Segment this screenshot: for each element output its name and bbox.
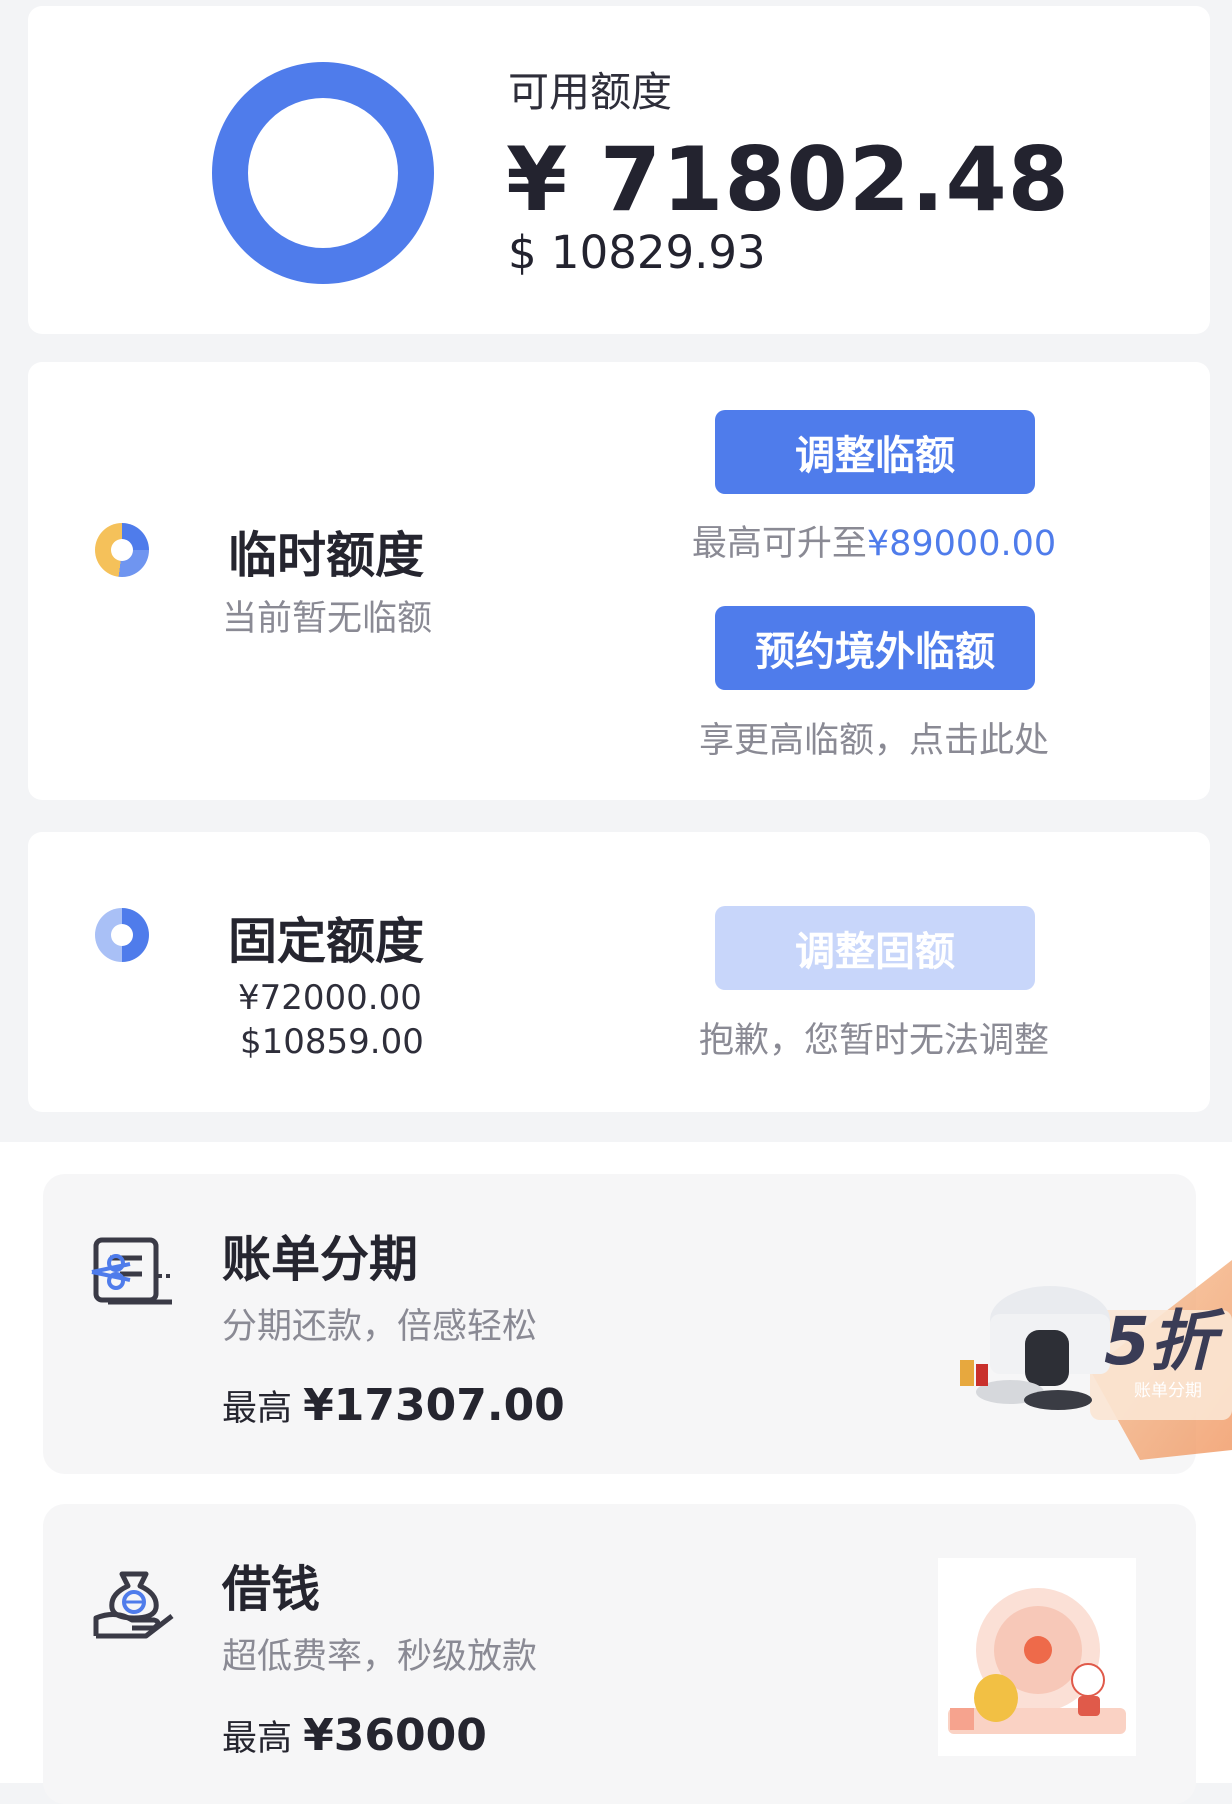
- bill-scissors-icon: [91, 1237, 174, 1305]
- borrow-subtitle: 超低费率，秒级放款: [222, 1637, 538, 1677]
- temporary-max-prefix: 最高可升至: [691, 524, 867, 564]
- fixed-credit-note: 抱歉，您暂时无法调整: [698, 1021, 1049, 1061]
- borrow-max: 最高 ¥36000: [222, 1710, 487, 1761]
- temporary-credit-subtitle: 当前暂无临额: [222, 599, 433, 639]
- available-credit-usd: $ 10829.93: [508, 226, 766, 279]
- temporary-credit-ring-icon: [95, 523, 149, 577]
- temporary-max-value: ¥89000.00: [866, 524, 1057, 564]
- borrow-promo-image: [938, 1558, 1136, 1756]
- fixed-credit-title: 固定额度: [228, 913, 425, 970]
- adjust-temporary-credit-button[interactable]: 调整临额: [715, 410, 1035, 494]
- overseas-credit-note[interactable]: 享更高临额，点击此处: [664, 712, 1084, 763]
- borrow-max-label: 最高: [222, 1719, 293, 1759]
- available-credit-label: 可用额度: [508, 68, 672, 116]
- installment-max-value: ¥17307.00: [303, 1380, 565, 1431]
- temporary-credit-title: 临时额度: [228, 527, 425, 584]
- fixed-credit-usd: $10859.00: [240, 1022, 424, 1062]
- temporary-max-note: 最高可升至¥89000.00: [664, 515, 1084, 566]
- borrow-title: 借钱: [222, 1561, 321, 1618]
- available-credit-ring-icon: [212, 62, 434, 284]
- reserve-overseas-credit-button[interactable]: 预约境外临额: [715, 606, 1035, 690]
- borrow-max-value: ¥36000: [303, 1710, 487, 1761]
- money-bag-hand-icon: [93, 1571, 174, 1639]
- fixed-credit-ring-icon: [95, 908, 149, 962]
- fixed-credit-cny: ¥72000.00: [238, 978, 422, 1018]
- installment-title: 账单分期: [222, 1231, 419, 1288]
- installment-subtitle: 分期还款，倍感轻松: [222, 1307, 538, 1347]
- available-credit-cny: ¥ 71802.48: [506, 128, 1070, 231]
- installment-max: 最高 ¥17307.00: [222, 1380, 565, 1431]
- installment-max-label: 最高: [222, 1389, 293, 1429]
- adjust-fixed-credit-button[interactable]: 调整固额: [715, 906, 1035, 990]
- installment-discount-badge: 5折: [1104, 1303, 1216, 1380]
- installment-badge-label: 账单分期: [1134, 1381, 1202, 1401]
